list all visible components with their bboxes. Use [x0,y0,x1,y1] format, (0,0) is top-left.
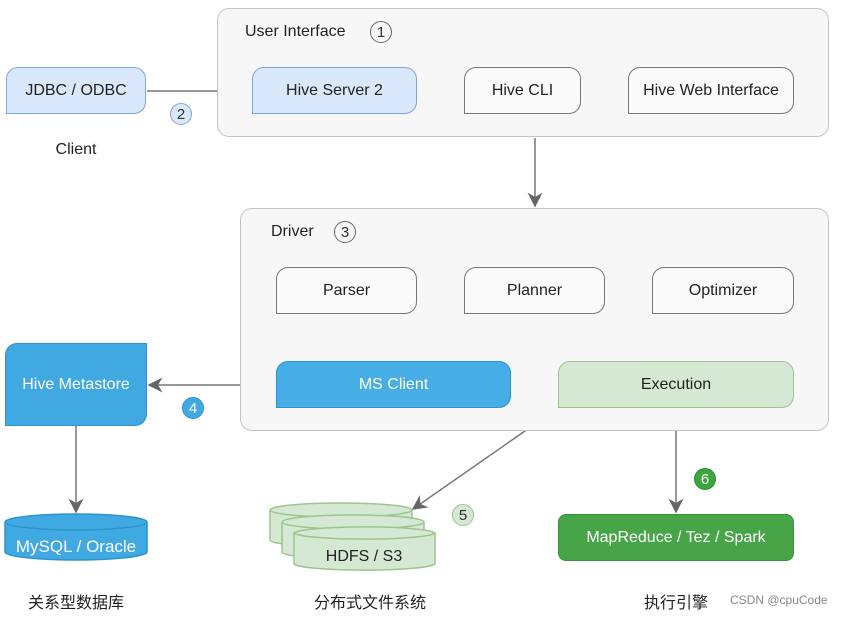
step-6-badge: 6 [694,468,716,490]
distributed-fs-label: 分布式文件系统 [313,595,427,612]
hdfs-s3-label: HDFS / S3 [325,548,403,565]
execution-engine-label: 执行引擎 [643,595,709,612]
watermark: CSDN @cpuCode [730,593,828,607]
mysql-oracle-label: MySQL / Oracle [15,537,137,556]
step-5-badge: 5 [452,504,474,526]
mapreduce-tez-spark-box: MapReduce / Tez / Spark [558,514,794,561]
relational-db-label: 关系型数据库 [27,595,125,612]
